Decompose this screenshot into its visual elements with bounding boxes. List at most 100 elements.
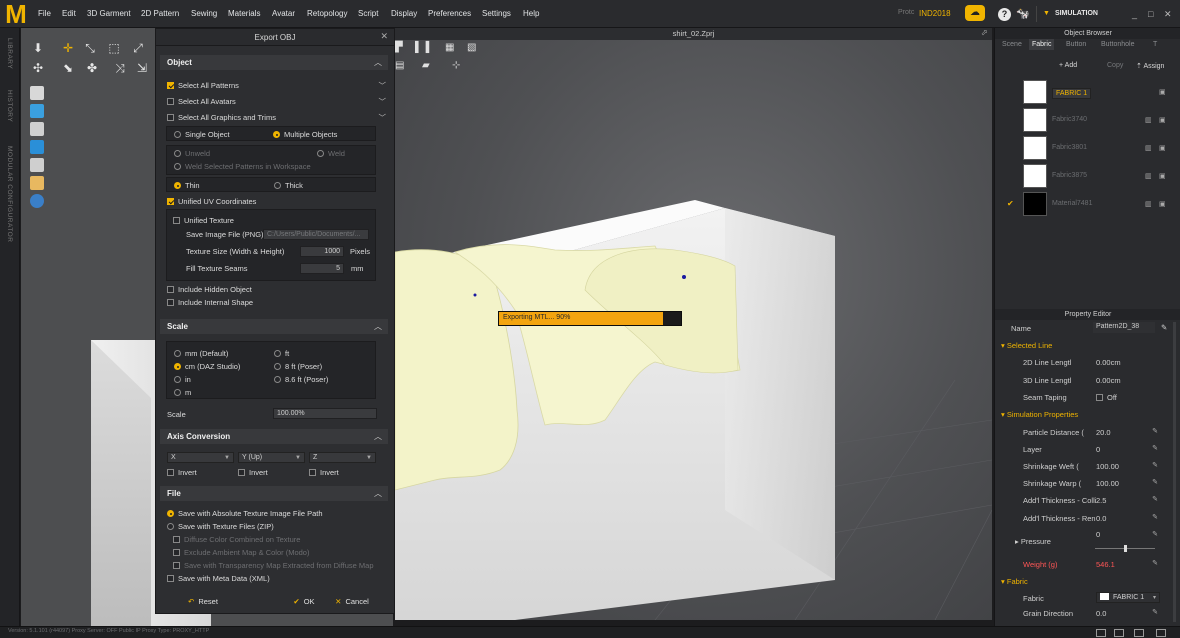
section-file-header[interactable]: File ︿ [160, 486, 388, 501]
cube-icon[interactable] [30, 140, 44, 154]
section-axis-header[interactable]: Axis Conversion ︿ [160, 429, 388, 444]
help-icon[interactable]: ? [998, 8, 1011, 21]
scale-8ft-radio[interactable]: 8 ft (Poser) [274, 362, 322, 371]
ok-button[interactable]: ✔ OK [286, 595, 322, 608]
transparency-map-checkbox[interactable]: Save with Transparency Map Extracted fro… [173, 561, 374, 570]
close-app-button[interactable]: ✕ [1164, 9, 1172, 20]
layer-value[interactable]: 0 [1096, 445, 1100, 454]
delete-icon[interactable]: ▥ [1145, 144, 1152, 152]
maximize-button[interactable]: □ [1148, 9, 1153, 19]
select-all-patterns-checkbox[interactable]: Select All Patterns [167, 81, 239, 90]
chevron-down-icon[interactable]: ﹀ [379, 112, 387, 123]
selected-line-section[interactable]: ▾ Selected Line [1001, 341, 1052, 350]
select-all-graphics-checkbox[interactable]: Select All Graphics and Trims [167, 113, 276, 122]
fabric-list-item[interactable]: ✔ Material7481 ▥ ▣ [1001, 192, 1173, 218]
multiple-objects-radio[interactable]: Multiple Objects [273, 130, 337, 139]
weld-selected-radio[interactable]: Weld Selected Patterns in Workspace [174, 162, 311, 171]
scale-m-radio[interactable]: m [174, 388, 191, 397]
move-tool-icon[interactable]: ⊹ [452, 60, 460, 71]
line-length-3d-value[interactable]: 0.00cm [1096, 376, 1121, 385]
edit-icon[interactable]: ✎ [1152, 444, 1158, 452]
menu-settings[interactable]: Settings [482, 9, 511, 18]
save-icon[interactable]: ▣ [1159, 172, 1166, 180]
viewport-3d[interactable]: ▛ ▌▐ ▦ ▧ ▤ ▰ ⊹ [395, 40, 992, 620]
edit-icon[interactable]: ✎ [1152, 427, 1158, 435]
delete-icon[interactable]: ▥ [1145, 116, 1152, 124]
edit-icon[interactable]: ✎ [1161, 323, 1167, 332]
pressure-value[interactable]: 0 [1096, 530, 1100, 539]
axis-z-select[interactable]: Z ▼ [309, 452, 376, 463]
select-all-avatars-checkbox[interactable]: Select All Avatars [167, 97, 236, 106]
tab-history[interactable]: HISTORY [6, 90, 13, 122]
include-hidden-checkbox[interactable]: Include Hidden Object [167, 285, 252, 294]
thickness-collision-value[interactable]: 2.5 [1096, 496, 1106, 505]
gear-icon[interactable] [30, 104, 44, 118]
tab-buttonhole[interactable]: Buttonhole [1098, 39, 1137, 50]
save-image-file-input[interactable]: C:/Users/Public/Documents/... [263, 229, 369, 240]
single-object-radio[interactable]: Single Object [174, 130, 230, 139]
menu-3d-garment[interactable]: 3D Garment [87, 9, 131, 18]
unified-texture-checkbox[interactable]: Unified Texture [173, 216, 234, 225]
axis-x-select[interactable]: X ▼ [167, 452, 234, 463]
fabric-select[interactable]: FABRIC 1 ▾ [1096, 592, 1160, 603]
pressure-label[interactable]: ▸ Pressure [1015, 537, 1051, 546]
fabric-section[interactable]: ▾ Fabric [1001, 577, 1028, 586]
scale-86ft-radio[interactable]: 8.6 ft (Poser) [274, 375, 328, 384]
menu-2d-pattern[interactable]: 2D Pattern [141, 9, 179, 18]
tab-button[interactable]: Button [1063, 39, 1089, 50]
thick-radio[interactable]: Thick [274, 181, 303, 190]
seam-taping-toggle[interactable]: Off [1096, 393, 1117, 402]
tab-more[interactable]: T [1150, 39, 1160, 50]
scrollbar[interactable] [1173, 322, 1176, 622]
avatar-icon[interactable] [30, 122, 44, 136]
add-point-icon[interactable]: ✛ [59, 40, 77, 56]
chevron-down-icon[interactable]: ﹀ [379, 96, 387, 107]
weld-radio[interactable]: Weld [317, 149, 345, 158]
simulation-properties-section[interactable]: ▾ Simulation Properties [1001, 410, 1078, 419]
delete-icon[interactable]: ▥ [1145, 200, 1152, 208]
minimize-button[interactable]: _ [1132, 9, 1137, 19]
tab-modular-configurator[interactable]: MODULAR CONFIGURATOR [6, 146, 13, 242]
scale-in-radio[interactable]: in [174, 375, 191, 384]
globe-icon[interactable] [30, 194, 44, 208]
delete-icon[interactable]: ▥ [1145, 172, 1152, 180]
invert-x-checkbox[interactable]: Invert [167, 468, 197, 477]
user-avatar-icon[interactable]: 🐄 [1016, 7, 1030, 21]
segment-icon[interactable]: ⤢ [129, 40, 147, 56]
view-front-icon[interactable]: ▤ [395, 60, 404, 71]
axis-y-select[interactable]: Y (Up) ▼ [238, 452, 305, 463]
menu-avatar[interactable]: Avatar [272, 9, 295, 18]
tab-library[interactable]: LIBRARY [6, 38, 13, 69]
grid-icon[interactable]: ▦ [445, 42, 454, 53]
particle-distance-value[interactable]: 20.0 [1096, 428, 1111, 437]
exclude-ambient-checkbox[interactable]: Exclude Ambient Map & Color (Modo) [173, 548, 309, 557]
edit-icon[interactable]: ✎ [1152, 530, 1158, 538]
texture-size-input[interactable]: 1000 [300, 246, 344, 257]
section-scale-header[interactable]: Scale ︿ [160, 319, 388, 334]
menu-help[interactable]: Help [523, 9, 539, 18]
trace-icon[interactable]: ⇲ [133, 60, 151, 76]
shrinkage-warp-value[interactable]: 100.00 [1096, 479, 1119, 488]
reset-button[interactable]: ↶ Reset [178, 595, 228, 608]
name-input[interactable]: Pattern2D_38 [1093, 322, 1155, 333]
meta-data-checkbox[interactable]: Save with Meta Data (XML) [167, 574, 270, 583]
simulation-mode-button[interactable]: ▼ SIMULATION [1036, 6, 1126, 22]
save-icon[interactable]: ▣ [1159, 116, 1166, 124]
save-icon[interactable]: ▣ [1159, 144, 1166, 152]
menu-materials[interactable]: Materials [228, 9, 260, 18]
edit-icon[interactable]: ✎ [1152, 513, 1158, 521]
circle-icon[interactable]: ⤨ [111, 60, 129, 76]
view-side-icon[interactable]: ▰ [422, 60, 430, 71]
layout-3d-icon[interactable] [1156, 629, 1166, 637]
copy-fabric-button[interactable]: Copy [1107, 62, 1123, 69]
expand-icon[interactable]: ⬀ [981, 28, 988, 37]
user-name[interactable]: IND2018 [919, 9, 951, 18]
menu-sewing[interactable]: Sewing [191, 9, 217, 18]
menu-display[interactable]: Display [391, 9, 417, 18]
rectangle-icon[interactable]: ✤ [83, 60, 101, 76]
person-icon[interactable] [30, 176, 44, 190]
fabric-list-item[interactable]: FABRIC 1 ▣ [1001, 80, 1173, 106]
tab-fabric[interactable]: Fabric [1029, 39, 1055, 50]
fabric-list-item[interactable]: Fabric3801 ▥ ▣ [1001, 136, 1173, 162]
edit-curve-icon[interactable]: ⤡ [81, 40, 99, 56]
